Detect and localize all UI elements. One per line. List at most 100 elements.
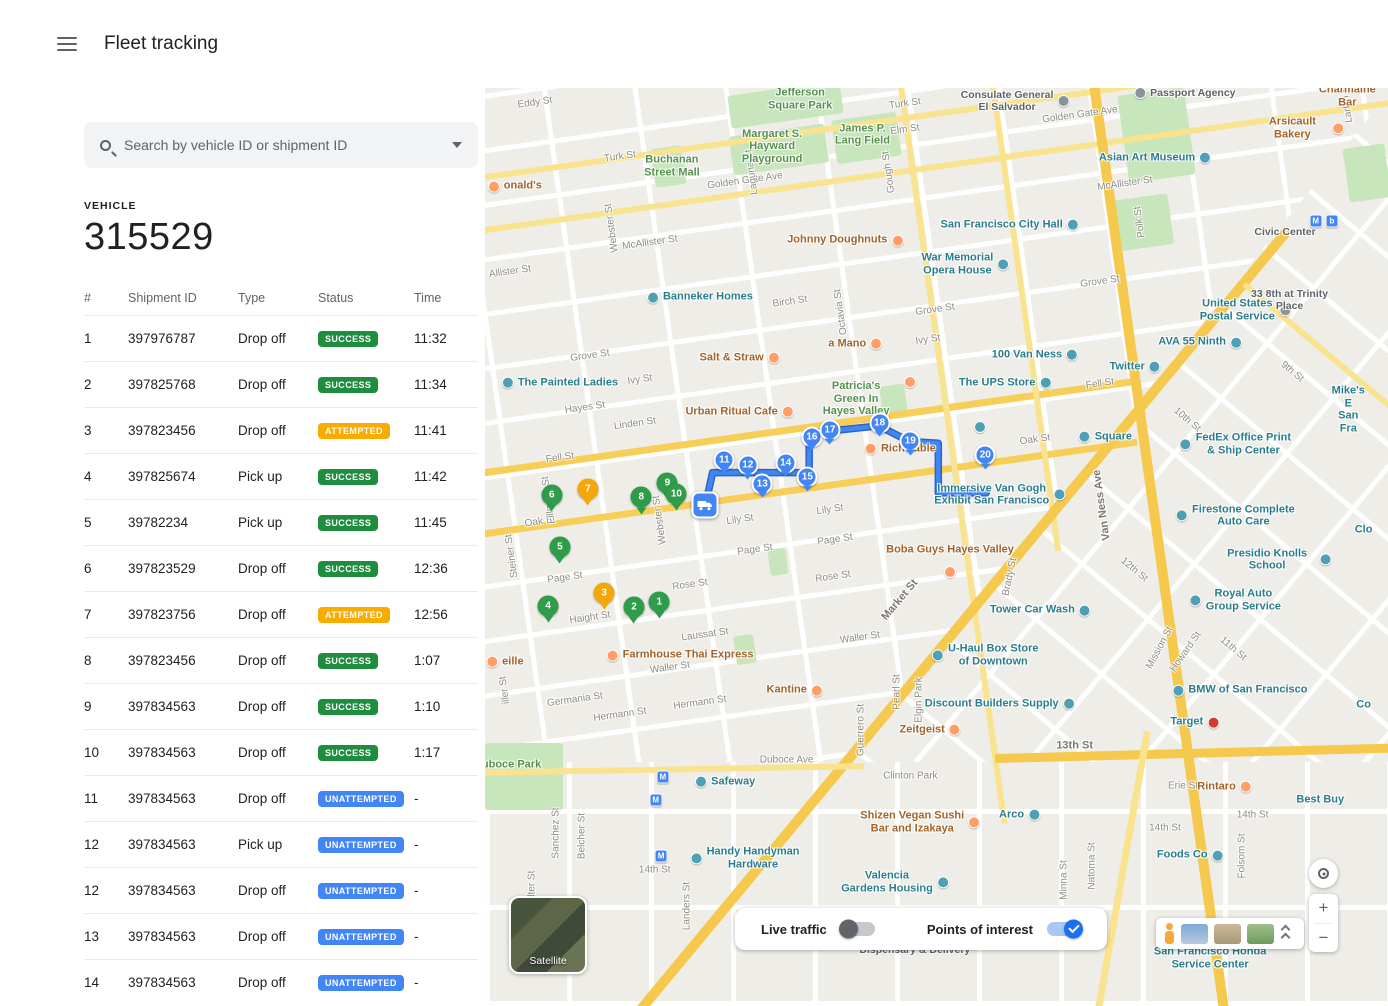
- poi-label[interactable]: Farmhouse Thai Express: [607, 649, 754, 662]
- stop-marker[interactable]: 5: [549, 537, 570, 558]
- poi-label[interactable]: Square: [1079, 431, 1132, 444]
- poi-label[interactable]: Presidio Knolls School: [1219, 547, 1332, 572]
- satellite-toggle[interactable]: Satellite: [509, 896, 587, 974]
- poi-label[interactable]: Kantine: [767, 684, 823, 697]
- poi-label[interactable]: Firestone Complete Auto Care: [1176, 503, 1295, 528]
- transit-icon[interactable]: M: [1309, 215, 1322, 228]
- collapse-icon[interactable]: [1282, 926, 1289, 941]
- poi-label[interactable]: Handy Handyman Hardware: [691, 846, 800, 871]
- photo-thumbnail[interactable]: [1247, 924, 1274, 944]
- poi-label[interactable]: Banneker Homes: [647, 291, 753, 304]
- table-row[interactable]: 11397834563Drop offUNATTEMPTED-: [84, 775, 478, 821]
- transit-icon[interactable]: b: [1326, 215, 1339, 228]
- poi-label[interactable]: onald's: [488, 180, 542, 193]
- poi-label[interactable]: 100 Van Ness: [992, 349, 1078, 362]
- poi-label[interactable]: BMW of San Francisco: [1172, 684, 1307, 697]
- transit-icon[interactable]: M: [655, 850, 668, 863]
- table-row[interactable]: 13397834563Drop offUNATTEMPTED-: [84, 913, 478, 959]
- stop-marker[interactable]: 14: [775, 452, 796, 473]
- live-traffic-toggle[interactable]: [841, 922, 875, 936]
- table-row[interactable]: 12397834563Drop offUNATTEMPTED-: [84, 867, 478, 913]
- menu-icon[interactable]: [57, 37, 77, 51]
- table-row[interactable]: 2397825768Drop offSUCCESS11:34: [84, 361, 478, 407]
- poi-label[interactable]: Best Buy: [1296, 794, 1344, 807]
- poi-label[interactable]: Consulate General El Salvador: [961, 89, 1070, 113]
- my-location-button[interactable]: [1309, 859, 1338, 888]
- poi-label[interactable]: The Painted Ladies: [502, 376, 618, 389]
- poi-label[interactable]: Passport Agency: [1134, 88, 1235, 99]
- table-row[interactable]: 7397823756Drop offATTEMPTED12:56: [84, 591, 478, 637]
- search-box[interactable]: [84, 122, 478, 168]
- stop-marker[interactable]: 13: [752, 473, 773, 494]
- table-row[interactable]: 10397834563Drop offSUCCESS1:17: [84, 729, 478, 775]
- table-row[interactable]: 12397834563Pick upUNATTEMPTED-: [84, 821, 478, 867]
- search-input[interactable]: [124, 137, 439, 153]
- poi-toggle[interactable]: [1047, 922, 1081, 936]
- zoom-in-button[interactable]: +: [1309, 894, 1338, 923]
- stop-marker[interactable]: 2: [623, 596, 644, 617]
- table-row[interactable]: 3397823456Drop offATTEMPTED11:41: [84, 407, 478, 453]
- stop-marker[interactable]: 10: [666, 483, 687, 504]
- table-row[interactable]: 4397825674Pick upSUCCESS11:42: [84, 453, 478, 499]
- poi-label[interactable]: Arco: [999, 809, 1040, 822]
- stop-marker[interactable]: 12: [737, 455, 758, 476]
- poi-label[interactable]: Johnny Doughnuts: [787, 234, 903, 247]
- poi-label[interactable]: Shizen Vegan Sushi Bar and Izakaya: [860, 810, 980, 835]
- poi-label[interactable]: Charmaine Bar: [1319, 88, 1376, 109]
- poi-label[interactable]: Urban Ritual Cafe: [685, 406, 793, 419]
- stop-marker[interactable]: 8: [631, 487, 652, 508]
- poi-label[interactable]: Tower Car Wash: [990, 604, 1091, 617]
- poi-label[interactable]: AVA 55 Ninth: [1158, 336, 1242, 349]
- chevron-down-icon[interactable]: [452, 142, 462, 148]
- poi-label[interactable]: Discount Builders Supply: [925, 698, 1075, 711]
- poi-label[interactable]: Clo: [1355, 523, 1373, 536]
- poi-label[interactable]: [944, 566, 956, 578]
- stop-marker[interactable]: 20: [975, 445, 996, 466]
- poi-label[interactable]: Boba Guys Hayes Valley: [886, 543, 1014, 556]
- photo-thumbnail[interactable]: [1181, 924, 1208, 944]
- stop-marker[interactable]: 17: [819, 420, 840, 441]
- poi-label[interactable]: Twitter: [1110, 361, 1161, 374]
- poi-label[interactable]: Valencia Gardens Housing: [841, 869, 949, 894]
- transit-icon[interactable]: M: [649, 794, 662, 807]
- stop-marker[interactable]: 18: [869, 413, 890, 434]
- map-viewport[interactable]: Eddy StTurk StTurk StElm StGolden Gate A…: [485, 88, 1388, 1006]
- poi-label[interactable]: [974, 421, 986, 433]
- poi-label[interactable]: FedEx Office Print & Ship Center: [1180, 432, 1291, 457]
- poi-label[interactable]: eille: [486, 655, 523, 668]
- poi-label[interactable]: Royal Auto Group Service: [1190, 588, 1281, 613]
- poi-label[interactable]: Co: [1356, 699, 1371, 712]
- poi-label[interactable]: Arsicault Bakery: [1257, 116, 1345, 141]
- stop-marker[interactable]: 3: [594, 582, 615, 603]
- poi-label[interactable]: Asian Art Museum: [1099, 151, 1211, 164]
- poi-label[interactable]: 33 8th at Trinity Place: [1240, 288, 1338, 312]
- poi-label[interactable]: a Mano: [828, 338, 882, 351]
- stop-marker[interactable]: 6: [541, 484, 562, 505]
- stop-marker[interactable]: 7: [577, 479, 598, 500]
- stop-marker[interactable]: 1: [649, 592, 670, 613]
- stop-marker[interactable]: 19: [900, 431, 921, 452]
- poi-label[interactable]: Target: [1170, 716, 1219, 729]
- table-row[interactable]: 539782234Pick upSUCCESS11:45: [84, 499, 478, 545]
- poi-label[interactable]: U-Haul Box Store of Downtown: [932, 643, 1038, 668]
- poi-label[interactable]: Immersive Van Gogh Exhibit San Francisco: [934, 482, 1065, 507]
- poi-label[interactable]: Rintaro: [1197, 780, 1252, 793]
- poi-label[interactable]: Salt & Straw: [700, 352, 780, 365]
- poi-label[interactable]: Mike's E San Fra: [1328, 385, 1368, 436]
- poi-label[interactable]: War Memorial Opera House: [922, 252, 1010, 277]
- table-row[interactable]: 6397823529Drop offSUCCESS12:36: [84, 545, 478, 591]
- poi-label[interactable]: [904, 376, 916, 388]
- poi-label[interactable]: Zeitgeist: [900, 723, 961, 736]
- zoom-out-button[interactable]: −: [1309, 924, 1338, 953]
- poi-label[interactable]: The UPS Store: [959, 376, 1051, 389]
- poi-label[interactable]: San Francisco Honda Service Center: [1154, 946, 1266, 971]
- table-row[interactable]: 14397834563Drop offUNATTEMPTED-: [84, 959, 478, 1005]
- pegman-icon[interactable]: [1164, 923, 1175, 944]
- table-row[interactable]: 9397834563Drop offSUCCESS1:10: [84, 683, 478, 729]
- poi-label[interactable]: Safeway: [695, 776, 755, 789]
- vehicle-marker[interactable]: [692, 491, 719, 518]
- table-row[interactable]: 8397823456Drop offSUCCESS1:07: [84, 637, 478, 683]
- table-row[interactable]: 1397976787Drop offSUCCESS11:32: [84, 315, 478, 361]
- transit-icon[interactable]: M: [656, 770, 669, 783]
- poi-label[interactable]: Foods Co: [1157, 849, 1224, 862]
